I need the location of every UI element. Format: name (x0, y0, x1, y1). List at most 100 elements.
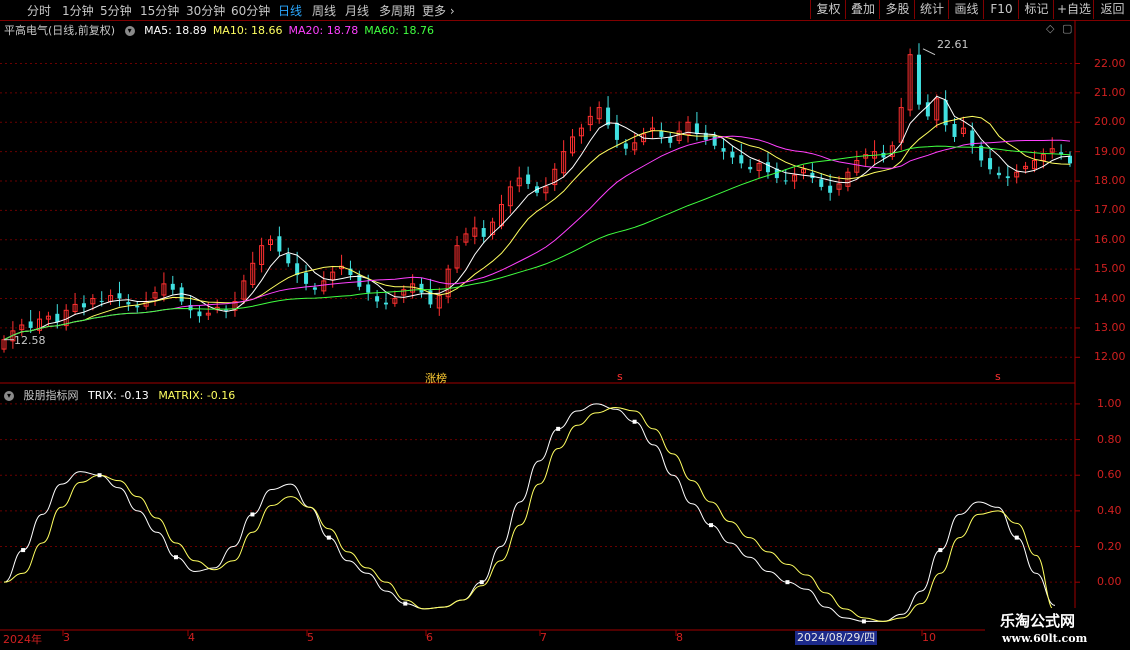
candle-body (224, 309, 229, 311)
s-marker-1: s (617, 370, 623, 383)
candle-body (783, 180, 788, 182)
ma-value-2: MA20: 18.78 (288, 24, 359, 37)
candle-body (81, 303, 86, 308)
candle-body (117, 293, 122, 299)
candle-body (730, 151, 735, 158)
ma-values: MA5: 18.89 MA10: 18.66 MA20: 18.78 MA60: 18… (144, 24, 440, 37)
candle-body (748, 166, 753, 170)
candle-body (819, 179, 824, 187)
stock-title: 平高电气(日线,前复权) (4, 24, 116, 37)
low-price-label: 12.58 (14, 334, 46, 347)
main-legend: 平高电气(日线,前复权) ▾ MA5: 18.89 MA10: 18.66 MA20… (4, 22, 446, 38)
candle-body (286, 253, 291, 264)
candle-body (988, 158, 993, 170)
watermark-title: 乐淘公式网 (1000, 612, 1076, 630)
indicator-line-trix (3, 403, 1056, 622)
candle-body (828, 185, 833, 193)
price-tick: 17.00 (1094, 203, 1126, 217)
candle-body (126, 302, 131, 305)
trix-point (556, 426, 561, 431)
candle-body (312, 287, 317, 290)
date-tooltip: 2024/08/29/四 (795, 631, 878, 645)
indicator-tick: 0.60 (1097, 468, 1122, 482)
trix-point (785, 580, 790, 585)
ma-value-1: MA10: 18.66 (212, 24, 283, 37)
trix-point (632, 419, 637, 424)
indicator-tick: 0.80 (1097, 432, 1122, 446)
candle-body (623, 143, 628, 149)
trix-point (173, 555, 178, 560)
candle-body (99, 300, 104, 302)
indicator-tick: 1.00 (1097, 396, 1122, 410)
candle-body (28, 321, 33, 328)
candle-body (197, 311, 202, 317)
candle-body (810, 172, 815, 179)
candle-body (765, 162, 770, 173)
candle-body (135, 305, 140, 308)
trix-point (21, 548, 26, 553)
candle-body (614, 122, 619, 140)
price-tick: 20.00 (1094, 115, 1126, 129)
sub-legend: ▾ 股朋指标网 TRIX: -0.13 MATRIX: -0.16 (4, 387, 241, 403)
candle-body (916, 54, 921, 105)
date-tick: 7 (540, 631, 547, 644)
candle-body (277, 236, 282, 252)
date-tick: 4 (188, 631, 195, 644)
price-tick: 18.00 (1094, 174, 1126, 188)
ma-line (3, 95, 1071, 341)
trix-point (938, 548, 943, 553)
price-tick: 21.00 (1094, 85, 1126, 99)
price-tick: 14.00 (1094, 291, 1126, 305)
matrix-value: MATRIX: -0.16 (158, 389, 236, 402)
ma-line (3, 115, 1071, 341)
candle-body (739, 155, 744, 164)
price-tick: 16.00 (1094, 232, 1126, 246)
candle-body (668, 136, 673, 143)
s-marker-2: s (995, 370, 1001, 383)
indicator-tick: 0.00 (1097, 575, 1122, 589)
candle-body (881, 152, 886, 158)
price-tick: 22.00 (1094, 56, 1126, 70)
price-tick: 13.00 (1094, 320, 1126, 334)
candle-body (375, 296, 380, 302)
price-tick: 12.00 (1094, 350, 1126, 364)
candle-body (694, 123, 699, 135)
date-tick: 8 (676, 631, 683, 644)
ma-line (3, 145, 1071, 341)
date-tick: 3 (63, 631, 70, 644)
trix-point (479, 580, 484, 585)
limit-up-tag: 涨榜 (425, 372, 447, 385)
candle-body (366, 284, 371, 293)
candle-body (996, 172, 1001, 176)
trix-value: TRIX: -0.13 (88, 389, 149, 402)
date-tick: 10 (922, 631, 936, 644)
candle-body (952, 124, 957, 137)
ma-value-0: MA5: 18.89 (144, 24, 207, 37)
candle-body (481, 228, 486, 237)
trix-point (709, 523, 714, 528)
watermark-url: www.60lt.com (1002, 632, 1088, 645)
candle-body (383, 302, 388, 305)
date-tick: 5 (307, 631, 314, 644)
trix-point (403, 601, 408, 606)
candle-body (1068, 155, 1072, 164)
high-pointer (922, 48, 936, 56)
candle-body (526, 174, 531, 184)
candle-body (304, 272, 309, 284)
window-icon[interactable]: ▢ (1062, 22, 1072, 35)
diamond-icon[interactable]: ◇ (1046, 22, 1054, 35)
ma-value-3: MA60: 18.76 (364, 24, 434, 37)
candle-body (419, 283, 424, 293)
trix-point (250, 512, 255, 517)
trix-point (861, 619, 866, 624)
indicator-settings-icon[interactable]: ▾ (4, 391, 14, 401)
date-tick: 2024年 (3, 633, 42, 646)
trix-point (97, 473, 102, 478)
candle-body (55, 313, 60, 323)
kline-chart[interactable] (0, 0, 1130, 650)
indicator-title: 股朋指标网 (23, 389, 79, 402)
settings-circle-icon[interactable]: ▾ (124, 26, 135, 36)
date-tick: 6 (426, 631, 433, 644)
price-tick: 19.00 (1094, 144, 1126, 158)
indicator-tick: 0.20 (1097, 539, 1122, 553)
